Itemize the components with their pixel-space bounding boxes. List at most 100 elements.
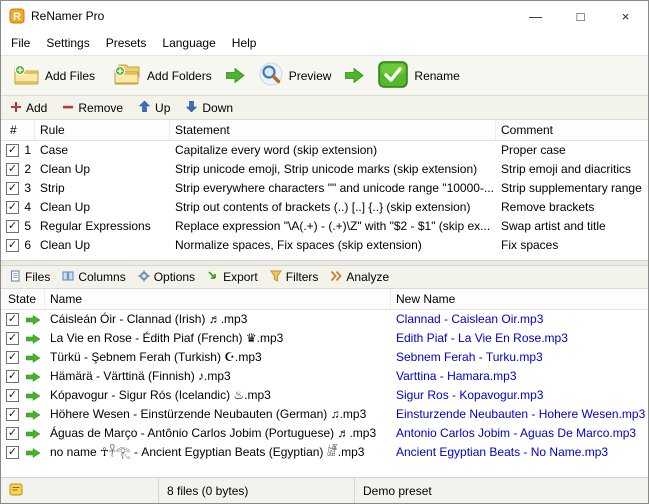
- columns-icon: [62, 270, 74, 285]
- rename-state-arrow-icon: [26, 448, 40, 458]
- rules-header-rule[interactable]: Rule: [35, 120, 170, 140]
- file-new-name: Ancient Egyptian Beats - No Name.mp3: [391, 443, 648, 462]
- file-new-name: Einsturzende Neubauten - Hohere Wesen.mp…: [391, 405, 648, 424]
- arrow-up-icon: [139, 101, 150, 115]
- double-chevron-icon: [330, 270, 342, 285]
- file-row[interactable]: ✓Kópavogur - Sigur Rós (Icelandic) ♨.mp3…: [1, 386, 648, 405]
- rule-name: Clean Up: [35, 160, 170, 179]
- file-enabled-checkbox[interactable]: ✓: [6, 332, 19, 345]
- file-row[interactable]: ✓no name ☥𓋹𓂀 - Ancient Egyptian Beats (E…: [1, 443, 648, 462]
- rule-enabled-checkbox[interactable]: ✓: [6, 201, 19, 214]
- status-preset-name: Demo preset: [355, 478, 648, 503]
- file-enabled-checkbox[interactable]: ✓: [6, 389, 19, 402]
- maximize-button[interactable]: □: [558, 1, 603, 31]
- minus-icon: [63, 101, 73, 115]
- rule-enabled-checkbox[interactable]: ✓: [6, 163, 19, 176]
- analyze-menu-button[interactable]: Analyze: [327, 268, 396, 287]
- add-rule-button[interactable]: Add: [7, 99, 55, 117]
- rule-row[interactable]: ✓4Clean UpStrip out contents of brackets…: [1, 198, 648, 217]
- file-new-name: Clannad - Caislean Oir.mp3: [391, 310, 648, 329]
- file-row[interactable]: ✓Hämärä - Värttinä (Finnish) ♪.mp3Vartti…: [1, 367, 648, 386]
- rule-number: 5: [24, 217, 35, 236]
- file-row[interactable]: ✓Höhere Wesen - Einstürzende Neubauten (…: [1, 405, 648, 424]
- file-name: Águas de Março - Antônio Carlos Jobim (P…: [45, 424, 391, 443]
- file-enabled-checkbox[interactable]: ✓: [6, 313, 19, 326]
- rule-row[interactable]: ✓6Clean UpNormalize spaces, Fix spaces (…: [1, 236, 648, 255]
- add-rule-label: Add: [26, 101, 47, 115]
- rename-button[interactable]: Rename: [374, 59, 463, 93]
- files-pane-empty-area: [1, 462, 648, 477]
- files-header-name[interactable]: Name: [45, 289, 391, 309]
- file-enabled-checkbox[interactable]: ✓: [6, 351, 19, 364]
- file-new-name: Sebnem Ferah - Turku.mp3: [391, 348, 648, 367]
- file-new-name: Edith Piaf - La Vie En Rose.mp3: [391, 329, 648, 348]
- columns-menu-label: Columns: [78, 270, 125, 284]
- rename-state-arrow-icon: [26, 410, 40, 420]
- files-menu-label: Files: [25, 270, 50, 284]
- menu-file[interactable]: File: [3, 33, 38, 53]
- options-menu-button[interactable]: Options: [135, 268, 202, 287]
- remove-rule-button[interactable]: Remove: [59, 99, 131, 117]
- file-name: Cáisleán Óir - Clannad (Irish) ♬.mp3: [45, 310, 391, 329]
- title-bar[interactable]: R ReNamer Pro — □ ×: [1, 1, 648, 31]
- rename-state-arrow-icon: [26, 391, 40, 401]
- rule-statement: Capitalize every word (skip extension): [170, 141, 496, 160]
- file-row[interactable]: ✓ Cáisleán Óir - Clannad (Irish) ♬.mp3Cla…: [1, 310, 648, 329]
- rules-header-comment[interactable]: Comment: [496, 120, 648, 140]
- flow-arrow-icon: [226, 68, 245, 83]
- files-header-newname[interactable]: New Name: [391, 289, 648, 309]
- file-enabled-checkbox[interactable]: ✓: [6, 370, 19, 383]
- files-table-header: State Name New Name: [1, 289, 648, 310]
- rule-statement: Strip unicode emoji, Strip unicode marks…: [170, 160, 496, 179]
- menu-language[interactable]: Language: [154, 33, 223, 53]
- add-folders-button[interactable]: Add Folders: [109, 61, 216, 90]
- rule-name: Case: [35, 141, 170, 160]
- minimize-button[interactable]: —: [513, 1, 558, 31]
- preview-button[interactable]: Preview: [255, 60, 336, 91]
- file-row[interactable]: ✓ Türkü - Şebnem Ferah (Turkish) ☪.mp3Seb…: [1, 348, 648, 367]
- columns-menu-button[interactable]: Columns: [59, 268, 132, 287]
- funnel-icon: [270, 270, 282, 285]
- rename-label: Rename: [414, 69, 459, 83]
- status-icon-panel: [1, 478, 159, 503]
- files-header-state[interactable]: State: [1, 289, 45, 309]
- menu-settings[interactable]: Settings: [38, 33, 97, 53]
- add-files-button[interactable]: Add Files: [9, 62, 99, 90]
- add-folders-icon: [113, 63, 141, 88]
- rule-enabled-checkbox[interactable]: ✓: [6, 182, 19, 195]
- move-up-button[interactable]: Up: [135, 99, 178, 117]
- menu-presets[interactable]: Presets: [98, 33, 155, 53]
- files-table-body: ✓ Cáisleán Óir - Clannad (Irish) ♬.mp3Cla…: [1, 310, 648, 462]
- file-enabled-checkbox[interactable]: ✓: [6, 446, 19, 459]
- export-menu-button[interactable]: Export: [204, 268, 265, 287]
- rule-enabled-checkbox[interactable]: ✓: [6, 220, 19, 233]
- rule-comment: Remove brackets: [496, 198, 648, 217]
- rule-enabled-checkbox[interactable]: ✓: [6, 239, 19, 252]
- file-enabled-checkbox[interactable]: ✓: [6, 408, 19, 421]
- rules-table-header: # Rule Statement Comment: [1, 120, 648, 141]
- file-name: Türkü - Şebnem Ferah (Turkish) ☪.mp3: [45, 348, 391, 367]
- rule-statement: Strip everywhere characters "" and unico…: [170, 179, 496, 198]
- rules-header-statement[interactable]: Statement: [170, 120, 496, 140]
- file-enabled-checkbox[interactable]: ✓: [6, 427, 19, 440]
- move-up-label: Up: [155, 101, 170, 115]
- rule-number: 1: [24, 141, 35, 160]
- rules-header-num[interactable]: #: [1, 120, 35, 140]
- file-new-name: Sigur Ros - Kopavogur.mp3: [391, 386, 648, 405]
- move-down-button[interactable]: Down: [182, 99, 241, 117]
- rule-row[interactable]: ✓5Regular ExpressionsReplace expression …: [1, 217, 648, 236]
- menu-help[interactable]: Help: [224, 33, 265, 53]
- add-files-label: Add Files: [45, 69, 95, 83]
- filters-menu-button[interactable]: Filters: [267, 268, 326, 287]
- rule-row[interactable]: ✓3StripStrip everywhere characters "" an…: [1, 179, 648, 198]
- file-row[interactable]: ✓La Vie en Rose - Édith Piaf (French) ♛.…: [1, 329, 648, 348]
- rule-enabled-checkbox[interactable]: ✓: [6, 144, 19, 157]
- options-menu-label: Options: [154, 270, 195, 284]
- rename-state-arrow-icon: [26, 429, 40, 439]
- rule-row[interactable]: ✓ 1CaseCapitalize every word (skip extens…: [1, 141, 648, 160]
- rule-row[interactable]: ✓2Clean UpStrip unicode emoji, Strip uni…: [1, 160, 648, 179]
- rename-state-arrow-icon: [26, 372, 40, 382]
- file-row[interactable]: ✓ Águas de Março - Antônio Carlos Jobim (…: [1, 424, 648, 443]
- files-menu-button[interactable]: Files: [6, 268, 57, 287]
- close-button[interactable]: ×: [603, 1, 648, 31]
